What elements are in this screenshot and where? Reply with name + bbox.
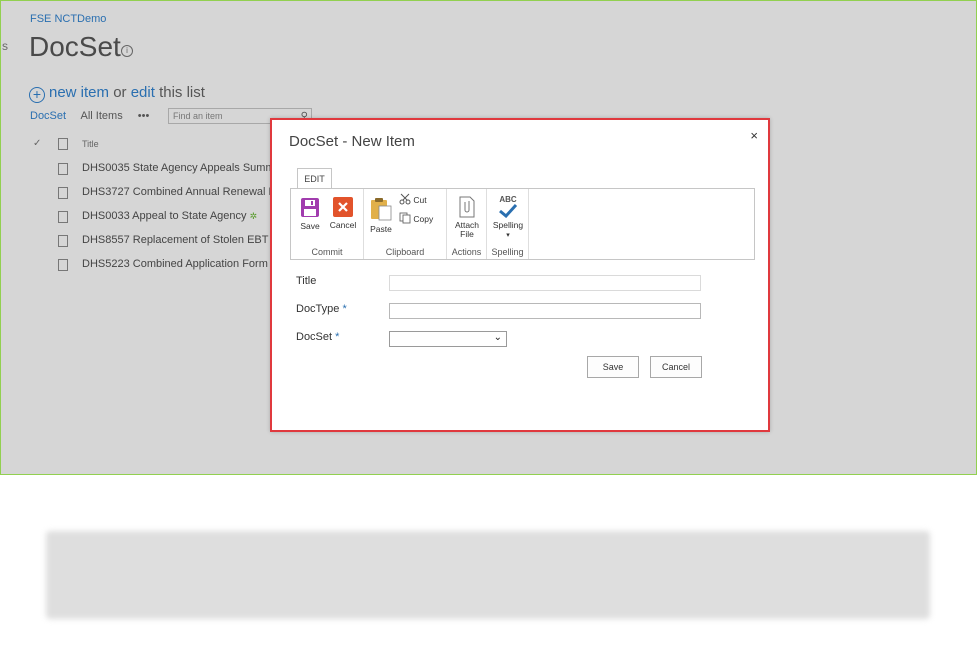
- chevron-down-icon: ▾: [506, 232, 510, 239]
- tab-edit[interactable]: EDIT: [297, 168, 332, 189]
- column-title[interactable]: Title: [82, 139, 99, 149]
- new-item-marker-icon: ✲: [249, 211, 258, 221]
- view-docset[interactable]: DocSet: [30, 110, 66, 122]
- required-marker: *: [342, 303, 347, 315]
- doc-type-header-icon: [58, 138, 68, 150]
- title-label: Title: [296, 275, 317, 287]
- doctype-label: DocType *: [296, 303, 347, 315]
- info-icon[interactable]: i: [121, 45, 133, 57]
- ribbon: Save Cancel Commit Paste Cut Copy Clipbo…: [290, 188, 755, 260]
- more-views-icon[interactable]: •••: [138, 110, 150, 122]
- view-all-items[interactable]: All Items: [81, 110, 123, 122]
- cut-button[interactable]: Cut: [399, 193, 427, 205]
- cancel-button[interactable]: Cancel: [650, 356, 702, 378]
- ribbon-group-label: Actions: [451, 247, 482, 257]
- document-icon: [58, 187, 68, 199]
- attach-file-button[interactable]: Attach File: [450, 196, 484, 239]
- ribbon-group-clipboard: Paste Cut Copy Clipboard: [364, 189, 447, 259]
- ribbon-group-label: Clipboard: [385, 247, 425, 257]
- ribbon-group-spelling: ABC Spelling ▾ Spelling: [487, 189, 529, 259]
- spelling-check-icon: [499, 204, 518, 218]
- ribbon-group-commit: Save Cancel Commit: [291, 189, 364, 259]
- abc-icon-text: ABC: [499, 195, 517, 204]
- attach-file-icon: [459, 196, 475, 218]
- site-link[interactable]: FSE NCTDemo: [30, 13, 106, 25]
- paste-button[interactable]: Paste: [369, 197, 393, 234]
- new-item-link[interactable]: new item: [49, 84, 109, 101]
- cancel-icon: [333, 197, 353, 217]
- document-icon: [58, 259, 68, 271]
- cancel-button[interactable]: Cancel: [328, 197, 358, 230]
- this-list-text: this list: [159, 84, 205, 101]
- edit-list-link[interactable]: edit: [131, 84, 155, 101]
- close-icon[interactable]: ×: [750, 128, 758, 143]
- copy-button[interactable]: Copy: [399, 212, 433, 224]
- document-icon: [58, 211, 68, 223]
- new-item-dialog: DocSet - New Item × EDIT Save Cancel Com…: [270, 118, 770, 432]
- save-button[interactable]: Save: [296, 197, 324, 231]
- paste-icon: [371, 198, 392, 221]
- add-icon[interactable]: +: [29, 87, 45, 103]
- page-title: DocSet: [29, 31, 121, 62]
- required-marker: *: [335, 331, 340, 343]
- dialog-title: DocSet - New Item: [289, 133, 415, 150]
- docset-select[interactable]: ⌄: [389, 331, 507, 347]
- save-icon: [301, 198, 319, 217]
- save-button[interactable]: Save: [587, 356, 639, 378]
- blurred-panel: [46, 531, 930, 619]
- new-item-bar: + new item or edit this list: [29, 84, 205, 103]
- title-field[interactable]: [389, 275, 701, 291]
- copy-icon: [399, 212, 411, 224]
- left-nav-fragment: s: [2, 39, 8, 53]
- select-all-check-icon[interactable]: ✓: [33, 138, 41, 149]
- document-icon: [58, 235, 68, 247]
- ribbon-group-label: Commit: [311, 247, 343, 257]
- ribbon-group-label: Spelling: [491, 247, 524, 257]
- ribbon-group-actions: Attach File Actions: [447, 189, 487, 259]
- cut-icon: [399, 193, 411, 205]
- or-text: or: [113, 84, 127, 101]
- document-icon: [58, 163, 68, 175]
- doctype-field[interactable]: [389, 303, 701, 319]
- view-selector: DocSet All Items •••: [30, 110, 161, 122]
- chevron-down-icon: ⌄: [493, 332, 502, 343]
- docset-label: DocSet *: [296, 331, 340, 343]
- spelling-button[interactable]: ABC Spelling ▾: [489, 195, 527, 240]
